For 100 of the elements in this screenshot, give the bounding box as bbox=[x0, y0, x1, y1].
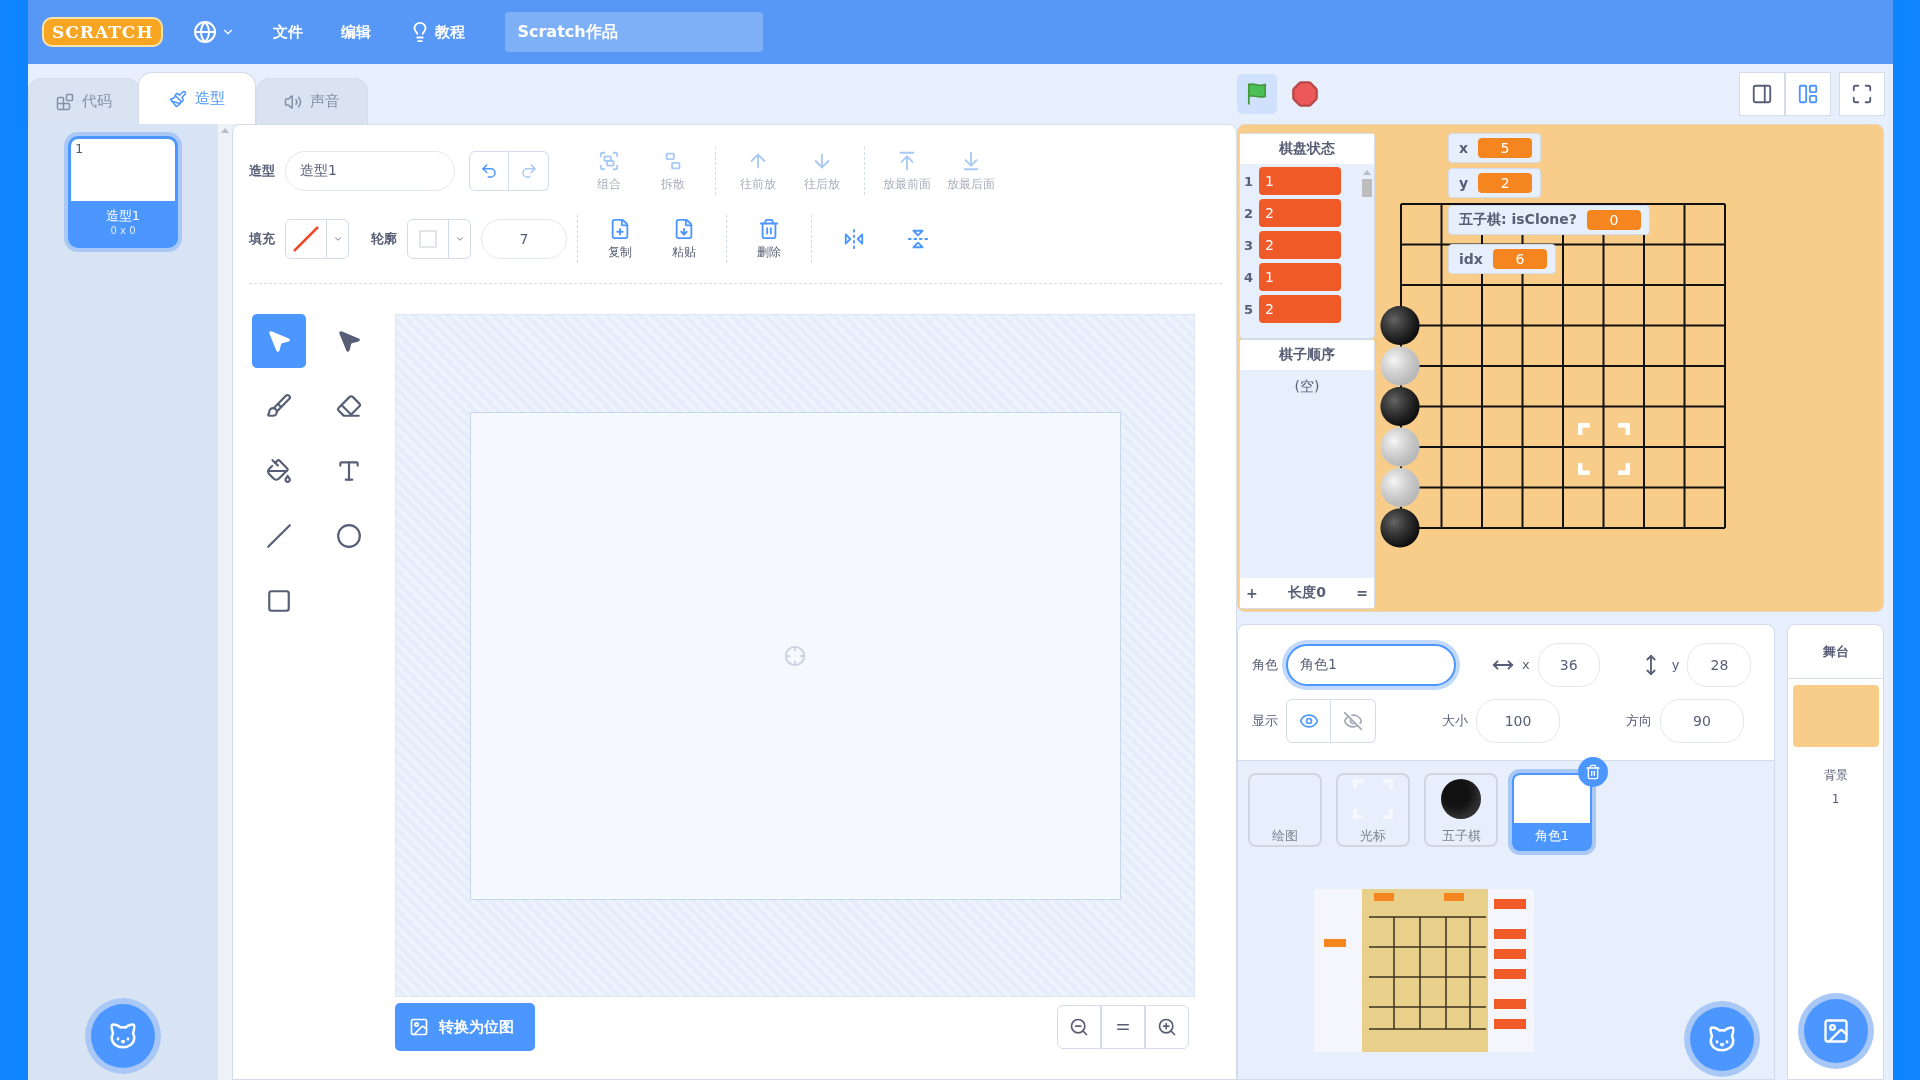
color-swatch-icon bbox=[419, 230, 437, 248]
costume-name: 造型1 bbox=[104, 207, 142, 225]
size-field[interactable]: 100 bbox=[1476, 698, 1560, 743]
variable-value: 2 bbox=[1478, 173, 1533, 193]
add-item-button[interactable]: + bbox=[1246, 585, 1258, 601]
resize-handle[interactable]: = bbox=[1356, 585, 1368, 601]
project-title-field[interactable]: Scratch作品 bbox=[505, 12, 764, 52]
action-button[interactable]: 复制 bbox=[588, 217, 652, 261]
image-icon bbox=[409, 1017, 429, 1037]
backdrop-thumbnail[interactable] bbox=[1792, 685, 1879, 747]
convert-to-bitmap-button[interactable]: 转换为位图 bbox=[395, 1003, 535, 1051]
list-item-value: 2 bbox=[1259, 231, 1341, 259]
image-icon bbox=[1821, 1017, 1850, 1045]
sprite-name: 五子棋 bbox=[1441, 827, 1481, 845]
empty-list-text: (空) bbox=[1294, 378, 1320, 396]
pointer-icon bbox=[266, 328, 292, 354]
sprite-tile[interactable]: 绘图 bbox=[1248, 773, 1322, 847]
list-index: 2 bbox=[1244, 205, 1253, 221]
sprite-name-field[interactable]: 角色1 bbox=[1286, 643, 1456, 686]
cat-icon bbox=[108, 1021, 138, 1051]
scratch-logo[interactable]: SCRATCH bbox=[42, 17, 164, 47]
variable-value: 5 bbox=[1478, 138, 1533, 158]
menu-item[interactable]: 文件 bbox=[265, 16, 312, 48]
editor-tab[interactable]: 代码 bbox=[28, 78, 140, 124]
paste-icon bbox=[673, 217, 695, 240]
sprite-tile[interactable]: 光标 bbox=[1336, 773, 1410, 847]
fill-label: 填充 bbox=[249, 230, 275, 248]
list-index: 3 bbox=[1244, 237, 1253, 253]
eraser-icon bbox=[336, 393, 362, 419]
action-button[interactable]: 删除 bbox=[737, 217, 801, 261]
variable-name: idx bbox=[1459, 251, 1483, 267]
normal-stage-button[interactable] bbox=[1785, 72, 1831, 116]
direction-label: 方向 bbox=[1626, 711, 1652, 730]
corner-brackets-drawing bbox=[1578, 423, 1630, 475]
outline-label: 轮廓 bbox=[371, 230, 397, 248]
speaker-icon bbox=[284, 92, 302, 111]
list-index: 1 bbox=[1244, 173, 1253, 189]
globe-icon bbox=[193, 20, 218, 44]
outline-color-picker[interactable] bbox=[407, 219, 471, 259]
text-icon bbox=[336, 458, 362, 484]
costume-label: 造型 bbox=[249, 162, 275, 180]
no-color-icon bbox=[292, 225, 320, 253]
costume-number: 1 bbox=[75, 141, 84, 156]
list-index: 4 bbox=[1244, 269, 1253, 285]
zoom-out-button[interactable] bbox=[1057, 1005, 1101, 1049]
small-stage-icon bbox=[1751, 83, 1773, 105]
eye-off-icon bbox=[1343, 710, 1363, 731]
normal-stage-icon bbox=[1797, 83, 1819, 105]
flip-horizontal-icon bbox=[843, 228, 865, 250]
sprite-name: 光标 bbox=[1360, 827, 1386, 845]
action-button[interactable]: 粘贴 bbox=[652, 217, 716, 261]
sprite-label: 角色 bbox=[1252, 655, 1278, 674]
list-item-value: 1 bbox=[1259, 167, 1341, 195]
circle-icon bbox=[336, 523, 362, 549]
fullscreen-button[interactable] bbox=[1839, 72, 1885, 116]
size-label: 大小 bbox=[1442, 711, 1468, 730]
zoom-in-button[interactable] bbox=[1145, 1005, 1189, 1049]
sprite-tile[interactable]: 五子棋 bbox=[1424, 773, 1498, 847]
small-stage-button[interactable] bbox=[1739, 72, 1785, 116]
tutorial-menu[interactable]: 教程 bbox=[401, 15, 474, 49]
editor-tab[interactable]: 造型 bbox=[138, 72, 256, 124]
variable-name: x bbox=[1459, 140, 1469, 156]
square-icon bbox=[266, 588, 292, 614]
blocks-icon bbox=[56, 92, 74, 111]
paint-bucket-icon bbox=[266, 458, 292, 484]
redo-icon bbox=[519, 162, 538, 180]
costume-size: 0 x 0 bbox=[109, 225, 137, 236]
caret-icon bbox=[332, 234, 343, 244]
y-field[interactable]: 28 bbox=[1687, 642, 1752, 687]
costume-name-field[interactable]: 造型1 bbox=[285, 151, 455, 191]
hide-button[interactable] bbox=[1331, 698, 1376, 743]
editor-tab[interactable]: 声音 bbox=[256, 78, 368, 124]
direction-field[interactable]: 90 bbox=[1660, 698, 1744, 743]
show-button[interactable] bbox=[1286, 698, 1331, 743]
sprite-name: 绘图 bbox=[1272, 827, 1298, 845]
list-title: 棋盘状态 bbox=[1240, 134, 1374, 164]
line-icon bbox=[266, 523, 292, 549]
y-label: y bbox=[1671, 657, 1680, 672]
group-icon bbox=[598, 149, 620, 172]
list-item-value: 1 bbox=[1259, 263, 1341, 291]
zoom-in-icon bbox=[1157, 1017, 1177, 1037]
list-index: 5 bbox=[1244, 301, 1253, 317]
fullscreen-icon bbox=[1851, 83, 1873, 105]
list-item-value: 2 bbox=[1259, 295, 1341, 323]
zoom-out-icon bbox=[1069, 1017, 1089, 1037]
stone-thumbnail bbox=[1441, 779, 1481, 819]
x-field[interactable]: 36 bbox=[1537, 642, 1600, 687]
pointer-tool[interactable] bbox=[252, 314, 306, 368]
crosshair-icon bbox=[784, 644, 806, 667]
list-item-value: 2 bbox=[1259, 199, 1341, 227]
variable-value: 0 bbox=[1586, 210, 1641, 230]
sprite-name: 角色1 bbox=[1534, 827, 1570, 845]
trash-icon bbox=[1585, 764, 1601, 780]
undo-button[interactable] bbox=[469, 151, 509, 191]
list-length: 长度0 bbox=[1288, 584, 1326, 602]
fill-color-picker[interactable] bbox=[285, 219, 349, 259]
run-flag-button[interactable] bbox=[1237, 74, 1277, 114]
copy-icon bbox=[609, 217, 631, 240]
menu-item[interactable]: 编辑 bbox=[333, 16, 380, 48]
outline-width-field[interactable]: 7 bbox=[481, 219, 567, 259]
